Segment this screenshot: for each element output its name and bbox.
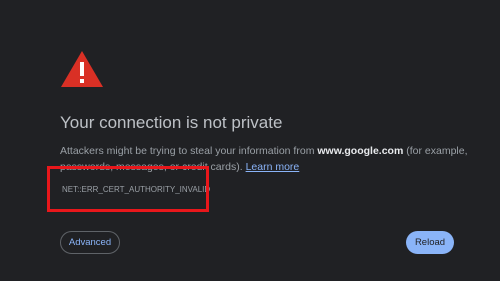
reload-button[interactable]: Reload (406, 231, 454, 254)
privacy-error-page: Your connection is not private Attackers… (0, 0, 500, 281)
warning-triangle-icon (61, 51, 103, 87)
description-prefix: Attackers might be trying to steal your … (60, 145, 318, 157)
site-domain: www.google.com (317, 145, 404, 157)
advanced-button[interactable]: Advanced (60, 231, 120, 254)
highlight-box (47, 166, 209, 212)
learn-more-link[interactable]: Learn more (246, 161, 300, 173)
page-title: Your connection is not private (60, 113, 283, 132)
